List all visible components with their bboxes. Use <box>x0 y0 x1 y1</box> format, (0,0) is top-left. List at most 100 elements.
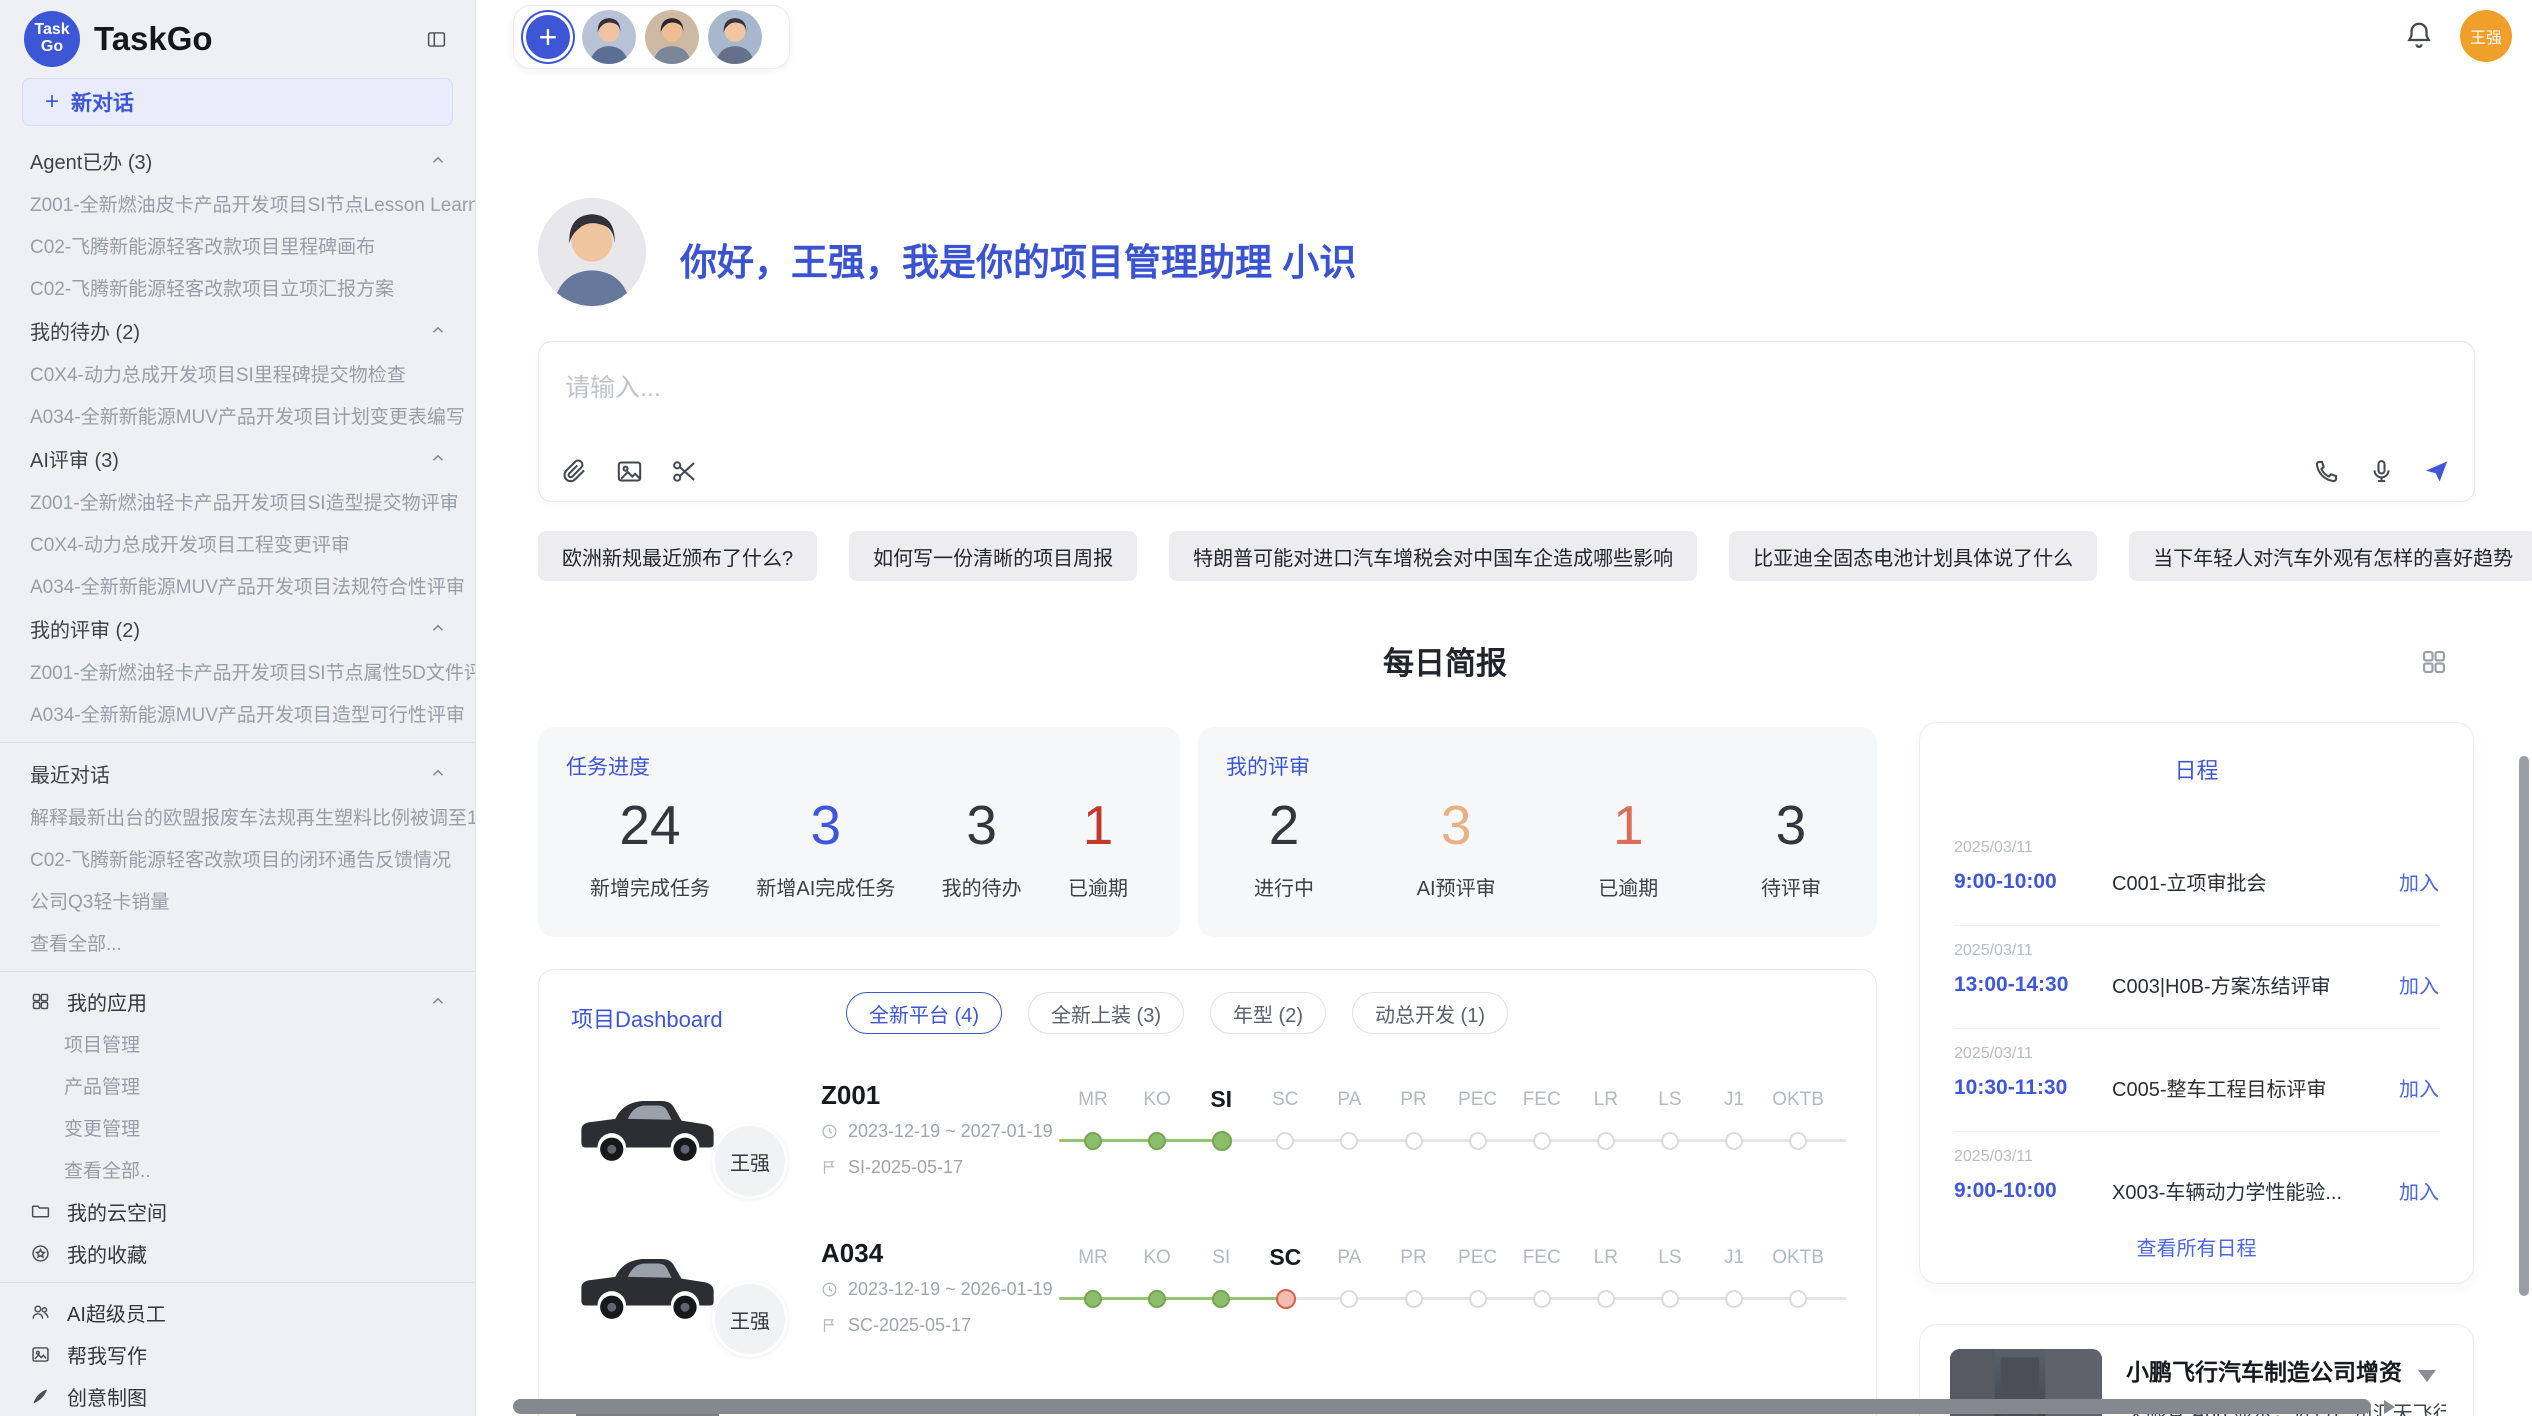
project-flag: SC-2025-05-17 <box>821 1315 971 1336</box>
phone-icon[interactable] <box>2313 458 2340 485</box>
layout-grid-icon[interactable] <box>2420 648 2448 676</box>
project-row[interactable]: 王强 A034 2023-12-19 ~ 2026-01-19 SC-2025-… <box>539 1223 1876 1381</box>
section-my-review[interactable]: 我的评审 (2) <box>0 606 475 650</box>
app-item[interactable]: 查看全部.. <box>0 1148 475 1190</box>
vertical-scrollbar[interactable] <box>2519 756 2529 1296</box>
chevron-up-icon[interactable] <box>429 151 447 169</box>
sidebar-task-item[interactable]: Z001-全新燃油轻卡产品开发项目SI节点属性5D文件评审 <box>0 650 475 692</box>
notifications-bell-icon[interactable] <box>2404 20 2434 50</box>
sidebar-item-ai-staff[interactable]: AI超级员工 <box>0 1291 475 1333</box>
sidebar-collapse-icon[interactable] <box>421 24 451 54</box>
milestone-label: SI <box>1189 1086 1253 1113</box>
dashboard-tab[interactable]: 年型 (2) <box>1210 992 1326 1034</box>
dashboard-tab[interactable]: 动总开发 (1) <box>1352 992 1508 1034</box>
join-link[interactable]: 加入 <box>2399 970 2439 999</box>
chat-input[interactable]: 请输入... <box>538 341 2475 502</box>
milestone-label: PR <box>1382 1247 1446 1269</box>
join-link[interactable]: 加入 <box>2399 1073 2439 1102</box>
app-item[interactable]: 项目管理 <box>0 1022 475 1064</box>
user-avatar[interactable]: 王强 <box>2460 10 2512 62</box>
sidebar-task-item[interactable]: A034-全新新能源MUV产品开发项目计划变更表编写 <box>0 394 475 436</box>
stat-value: 3 <box>942 795 1022 856</box>
recent-chats-list: 解释最新出台的欧盟报废车法规再生塑料比例被调至15%...C02-飞腾新能源轻客… <box>0 795 475 963</box>
sidebar-item-my-apps[interactable]: 我的应用 <box>0 980 475 1022</box>
project-row[interactable]: 王强 Z001 2023-12-19 ~ 2027-01-19 SI-2025-… <box>539 1065 1876 1223</box>
milestone-dot <box>1789 1132 1807 1150</box>
microphone-icon[interactable] <box>2368 458 2395 485</box>
tab-label: 动总开发 (1) <box>1375 999 1485 1028</box>
suggestion-chip[interactable]: 比亚迪全固态电池计划具体说了什么 <box>1729 531 2097 581</box>
section-my-todo[interactable]: 我的待办 (2) <box>0 308 475 352</box>
sidebar-task-item[interactable]: C02-飞腾新能源轻客改款项目里程碑画布 <box>0 224 475 266</box>
project-vehicle-image <box>576 1078 719 1174</box>
milestone-label: FEC <box>1510 1089 1574 1111</box>
task-label: A034-全新新能源MUV产品开发项目造型可行性评审 <box>30 700 465 727</box>
section-title: 我的待办 (2) <box>30 316 140 345</box>
greeting-text: 你好，王强，我是你的项目管理助理 小识 <box>680 232 1356 286</box>
stat-value: 1 <box>1598 795 1658 856</box>
chevron-up-icon[interactable] <box>429 992 447 1010</box>
scissors-icon[interactable] <box>671 458 698 485</box>
sidebar-item-creative-draw[interactable]: 创意制图 <box>0 1375 475 1416</box>
attachment-icon[interactable] <box>561 458 588 485</box>
app-item[interactable]: 变更管理 <box>0 1106 475 1148</box>
schedule-list: 2025/03/11 9:00-10:00 C001-立项审批会 加入 2025… <box>1954 823 2439 1235</box>
project-name: Z001 <box>821 1080 880 1111</box>
image-icon[interactable] <box>616 458 643 485</box>
agent-avatar-2[interactable] <box>645 10 699 64</box>
sidebar-task-item[interactable]: A034-全新新能源MUV产品开发项目法规符合性评审 <box>0 564 475 606</box>
sidebar-task-item[interactable]: C0X4-动力总成开发项目SI里程碑提交物检查 <box>0 352 475 394</box>
join-link[interactable]: 加入 <box>2399 867 2439 896</box>
card-title: 任务进度 <box>566 751 650 781</box>
chevron-up-icon[interactable] <box>429 619 447 637</box>
section-agent-done[interactable]: Agent已办 (3) <box>0 138 475 182</box>
new-chat-button[interactable]: + 新对话 <box>22 78 453 126</box>
section-ai-review[interactable]: AI评审 (3) <box>0 436 475 480</box>
send-icon[interactable] <box>2423 458 2450 485</box>
sidebar-task-item[interactable]: C02-飞腾新能源轻客改款项目立项汇报方案 <box>0 266 475 308</box>
join-link[interactable]: 加入 <box>2399 1176 2439 1205</box>
stat-label: 已逾期 <box>1068 872 1128 901</box>
section-recent-chats[interactable]: 最近对话 <box>0 751 475 795</box>
suggestion-chip[interactable]: 特朗普可能对进口汽车增税会对中国车企造成哪些影响 <box>1169 531 1697 581</box>
sidebar-item-help-write[interactable]: 帮我写作 <box>0 1333 475 1375</box>
agent-avatar-3[interactable] <box>708 10 762 64</box>
sidebar-task-item[interactable]: A034-全新新能源MUV产品开发项目造型可行性评审 <box>0 692 475 734</box>
sidebar-task-item[interactable]: C0X4-动力总成开发项目工程变更评审 <box>0 522 475 564</box>
ai-staff-label: AI超级员工 <box>67 1298 166 1327</box>
recent-chat-item[interactable]: C02-飞腾新能源轻客改款项目的闭环通告反馈情况 <box>0 837 475 879</box>
agent-avatar-1[interactable] <box>582 10 636 64</box>
creative-draw-label: 创意制图 <box>67 1382 147 1411</box>
chevron-up-icon[interactable] <box>429 321 447 339</box>
dashboard-tab[interactable]: 全新平台 (4) <box>846 992 1002 1034</box>
milestone-label: PR <box>1382 1089 1446 1111</box>
sidebar-item-favorites[interactable]: 我的收藏 <box>0 1232 475 1274</box>
recent-chat-item[interactable]: 公司Q3轻卡销量 <box>0 879 475 921</box>
logo-text-1: Task <box>34 22 69 39</box>
horizontal-scrollbar[interactable] <box>513 1399 2371 1414</box>
milestone-label: LR <box>1574 1089 1638 1111</box>
scroll-right-arrow[interactable] <box>2384 1400 2395 1414</box>
suggestion-chip[interactable]: 当下年轻人对汽车外观有怎样的喜好趋势 <box>2129 531 2532 581</box>
app-item[interactable]: 产品管理 <box>0 1064 475 1106</box>
sidebar-task-item[interactable]: Z001-全新燃油皮卡产品开发项目SI节点Lesson Learn报告 <box>0 182 475 224</box>
suggestion-chip[interactable]: 如何写一份清晰的项目周报 <box>849 531 1137 581</box>
sidebar-task-item[interactable]: Z001-全新燃油轻卡产品开发项目SI造型提交物评审 <box>0 480 475 522</box>
chevron-up-icon[interactable] <box>429 764 447 782</box>
scroll-down-arrow[interactable] <box>2418 1370 2436 1382</box>
milestone-dot <box>1276 1132 1294 1150</box>
milestone-label: LS <box>1638 1247 1702 1269</box>
chevron-up-icon[interactable] <box>429 449 447 467</box>
schedule-event: 2025/03/11 10:30-11:30 C005-整车工程目标评审 加入 <box>1954 1029 2439 1132</box>
milestone-dot <box>1340 1290 1358 1308</box>
dashboard-tab[interactable]: 全新上装 (3) <box>1028 992 1184 1034</box>
app-window: Task Go TaskGo + 新对话 Agent已办 (3) Z001-全新… <box>0 0 2532 1416</box>
suggestion-chip[interactable]: 欧洲新规最近颁布了什么? <box>538 531 817 581</box>
add-conversation-button[interactable]: + <box>523 12 573 62</box>
recent-chat-item[interactable]: 解释最新出台的欧盟报废车法规再生塑料比例被调至15%... <box>0 795 475 837</box>
task-label: C02-飞腾新能源轻客改款项目里程碑画布 <box>30 232 375 259</box>
stat-label: 新增AI完成任务 <box>756 872 895 901</box>
recent-chat-item[interactable]: 查看全部... <box>0 921 475 963</box>
view-all-schedule-link[interactable]: 查看所有日程 <box>1920 1232 2473 1261</box>
sidebar-item-cloud-space[interactable]: 我的云空间 <box>0 1190 475 1232</box>
